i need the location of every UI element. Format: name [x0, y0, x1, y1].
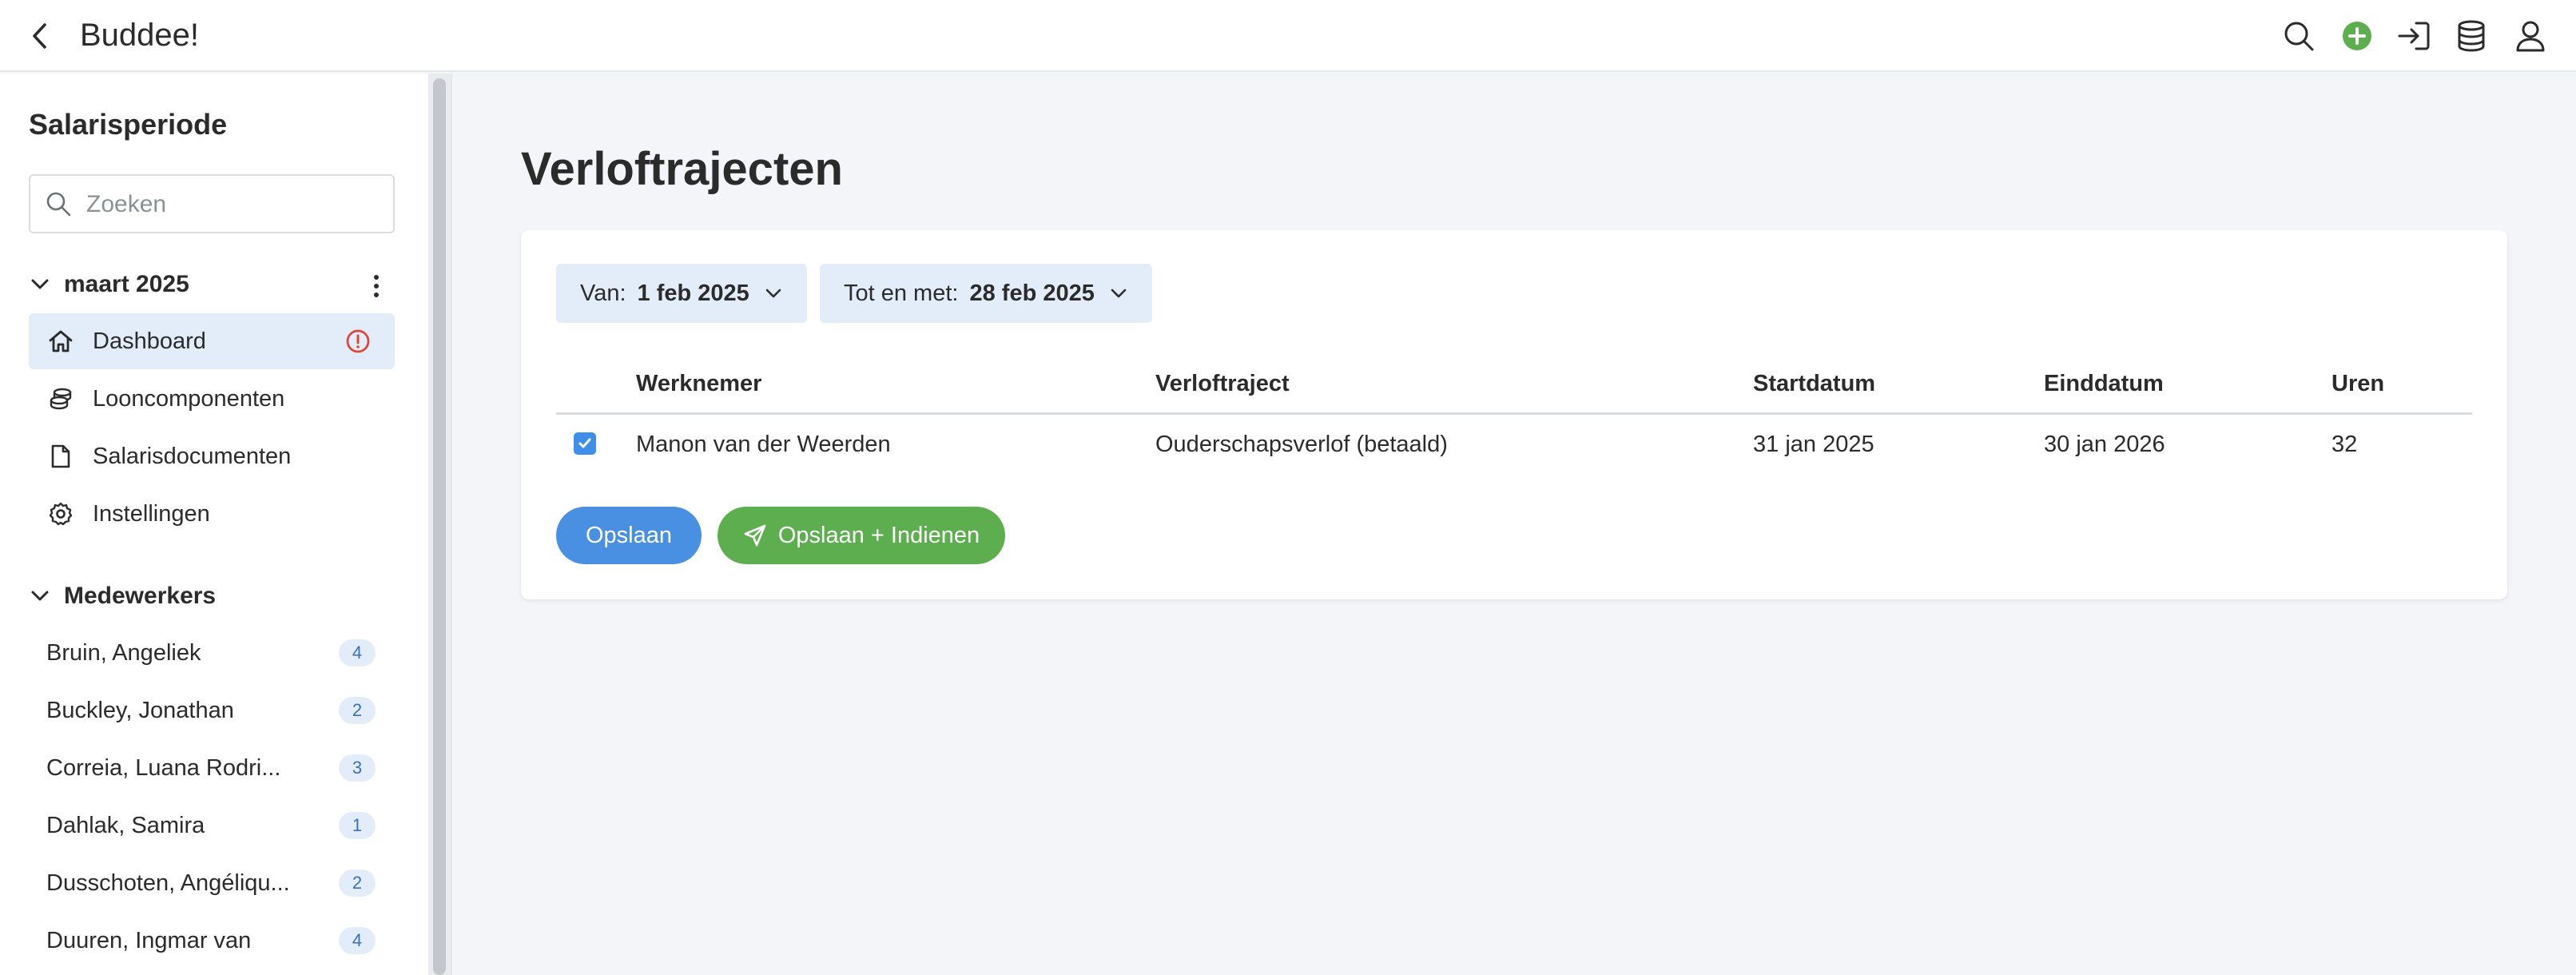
from-date-filter[interactable]: Van: 1 feb 2025 [556, 264, 807, 323]
to-label: Tot en met: [844, 280, 959, 306]
page-title: Verloftrajecten [521, 143, 843, 195]
employee-item[interactable]: Bruin, Angeliek 4 [29, 625, 395, 681]
save-submit-button-label: Opslaan + Indienen [777, 522, 980, 548]
count-badge: 2 [339, 697, 376, 724]
sidebar-scrollbar-thumb[interactable] [433, 78, 446, 975]
period-menu-icon[interactable] [364, 272, 388, 300]
from-label: Van: [580, 280, 626, 306]
count-badge: 1 [339, 812, 376, 839]
chevron-down-icon [31, 279, 49, 289]
cell-werknemer: Manon van der Weerden [636, 432, 891, 457]
table-header-divider [556, 412, 2472, 415]
sidebar-item-label: Instellingen [93, 501, 210, 527]
count-badge: 4 [339, 639, 376, 667]
employees-group-header[interactable]: Medewerkers [29, 577, 395, 615]
search-field[interactable] [29, 174, 395, 233]
employee-name: Correia, Luana Rodri... [46, 755, 281, 781]
add-icon[interactable] [2339, 18, 2375, 54]
search-icon [45, 190, 72, 217]
gear-icon [48, 502, 74, 526]
warning-icon [345, 328, 371, 354]
sidebar-item-salarisdocumenten[interactable]: Salarisdocumenten [29, 428, 395, 484]
to-value: 28 feb 2025 [969, 280, 1095, 306]
checkmark-icon [578, 438, 591, 448]
database-icon[interactable] [2453, 18, 2490, 54]
column-header-startdatum[interactable]: Startdatum [1753, 368, 1875, 400]
back-icon[interactable] [24, 20, 56, 52]
sidebar-item-label: Looncomponenten [93, 386, 285, 412]
to-date-filter[interactable]: Tot en met: 28 feb 2025 [820, 264, 1152, 323]
period-group-header[interactable]: maart 2025 [29, 265, 395, 304]
employees-group-label: Medewerkers [64, 583, 217, 609]
count-badge: 3 [339, 754, 376, 782]
app-title: Buddee! [80, 18, 200, 53]
employee-name: Buckley, Jonathan [46, 698, 234, 723]
sidebar-item-looncomponenten[interactable]: Looncomponenten [29, 371, 395, 427]
search-icon[interactable] [2280, 18, 2317, 54]
cell-startdatum: 31 jan 2025 [1753, 432, 1874, 457]
employee-item[interactable]: Buckley, Jonathan 2 [29, 682, 395, 738]
employee-item[interactable]: Correia, Luana Rodri... 3 [29, 740, 395, 796]
cell-einddatum: 30 jan 2026 [2044, 432, 2165, 457]
employee-name: Bruin, Angeliek [46, 640, 201, 666]
employee-item[interactable]: Duuren, Ingmar van 4 [29, 913, 395, 969]
sidebar-item-label: Dashboard [93, 328, 206, 354]
sidebar-title: Salarisperiode [29, 108, 228, 141]
chevron-down-icon [31, 591, 49, 601]
employee-name: Duuren, Ingmar van [46, 928, 252, 953]
column-header-verloftraject[interactable]: Verloftraject [1155, 368, 1290, 400]
sidebar-item-label: Salarisdocumenten [93, 444, 292, 469]
search-input[interactable] [86, 184, 382, 225]
sidebar-item-instellingen[interactable]: Instellingen [29, 486, 395, 542]
sidebar-divider [451, 74, 452, 975]
employee-name: Dusschoten, Angéliqu... [46, 870, 290, 896]
cell-uren: 32 [2332, 432, 2358, 457]
save-button-label: Opslaan [585, 522, 672, 548]
employee-name: Dahlak, Samira [46, 813, 205, 838]
row-checkbox[interactable] [574, 432, 596, 455]
login-icon[interactable] [2395, 18, 2432, 54]
from-value: 1 feb 2025 [637, 280, 749, 306]
count-badge: 4 [339, 927, 376, 954]
sidebar-item-dashboard[interactable]: Dashboard [29, 313, 395, 369]
user-icon[interactable] [2512, 18, 2549, 54]
send-icon [744, 524, 766, 547]
home-icon [48, 330, 74, 352]
employee-item[interactable]: Dahlak, Samira 1 [29, 798, 395, 854]
cell-verloftraject: Ouderschapsverlof (betaald) [1155, 432, 1448, 457]
period-label: maart 2025 [64, 271, 189, 297]
document-icon [48, 444, 74, 468]
coins-icon [48, 388, 74, 410]
column-header-werknemer[interactable]: Werknemer [636, 368, 761, 400]
count-badge: 2 [339, 870, 376, 897]
chevron-down-icon [765, 289, 781, 298]
column-header-einddatum[interactable]: Einddatum [2044, 368, 2164, 400]
employee-item[interactable]: Dusschoten, Angéliqu... 2 [29, 855, 395, 911]
top-bar: Buddee! [0, 0, 2576, 72]
chevron-down-icon [1111, 289, 1127, 298]
save-submit-button[interactable]: Opslaan + Indienen [718, 507, 1005, 564]
save-button[interactable]: Opslaan [556, 507, 702, 564]
column-header-uren[interactable]: Uren [2332, 368, 2384, 400]
